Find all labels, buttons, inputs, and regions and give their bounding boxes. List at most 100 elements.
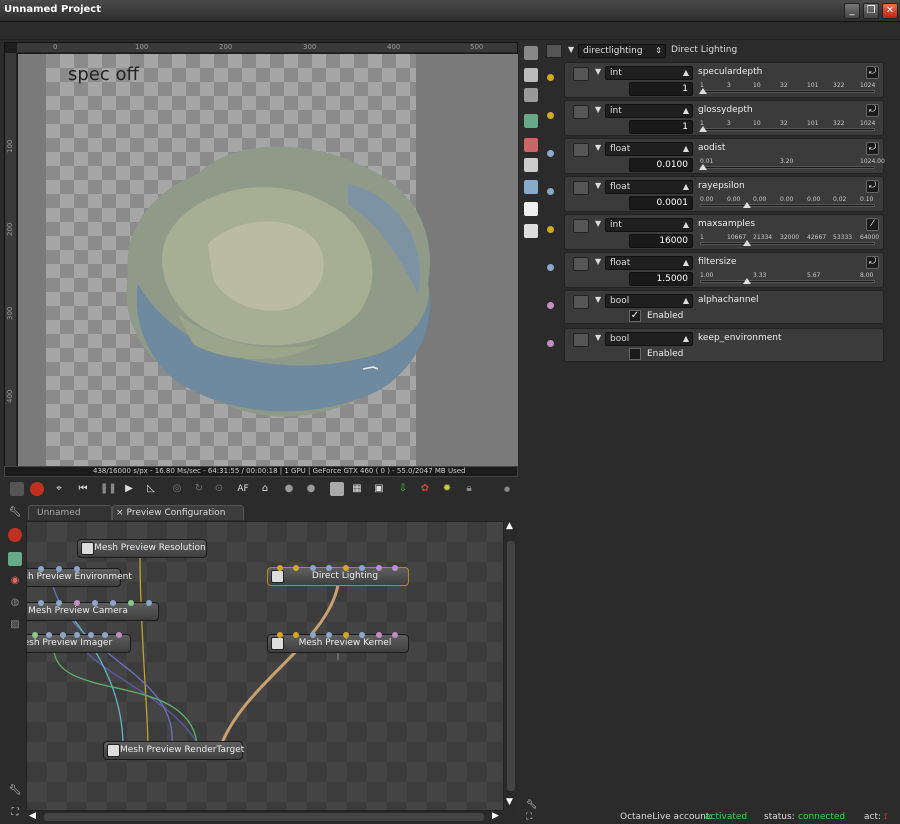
- render-canvas[interactable]: spec off: [18, 54, 518, 475]
- input-pin[interactable]: [326, 632, 332, 638]
- wrench-icon[interactable]: 🔧︎: [8, 506, 22, 520]
- node-mesh-preview-resolution[interactable]: Mesh Preview Resolution: [77, 539, 207, 558]
- collapse-arrow-icon[interactable]: ▼: [595, 333, 601, 342]
- input-pin[interactable]: [359, 632, 365, 638]
- scrollbar-thumb[interactable]: [507, 541, 515, 791]
- imager-icon[interactable]: [524, 114, 538, 128]
- graph-vertical-scrollbar[interactable]: ▲ ▼: [505, 521, 517, 813]
- picture-icon[interactable]: [524, 202, 538, 216]
- image-icon[interactable]: [8, 552, 22, 566]
- act-icon[interactable]: ⟟: [884, 810, 887, 824]
- param-type-select[interactable]: bool ▲: [605, 332, 693, 346]
- texture-icon[interactable]: ▨: [8, 618, 22, 632]
- scroll-up-icon[interactable]: ▲: [506, 521, 513, 531]
- tab-preview-configuration[interactable]: × Preview Configuration: [112, 505, 244, 520]
- param-type-select[interactable]: int ▲: [605, 218, 693, 232]
- collapse-arrow-icon[interactable]: ▼: [595, 219, 601, 228]
- slider-thumb[interactable]: [699, 164, 707, 170]
- scroll-right-icon[interactable]: ▶: [492, 811, 499, 821]
- input-pin[interactable]: [293, 565, 299, 571]
- grab-icon[interactable]: [10, 482, 24, 496]
- param-value-field[interactable]: 1.5000: [629, 272, 693, 286]
- node-direct-lighting[interactable]: Direct Lighting: [267, 565, 409, 586]
- close-button[interactable]: ✕: [882, 3, 898, 19]
- param-slider[interactable]: [699, 164, 875, 170]
- param-slider[interactable]: [700, 202, 875, 208]
- stop-icon[interactable]: [8, 528, 22, 542]
- reset-icon[interactable]: ⤾: [866, 256, 879, 269]
- region-icon[interactable]: ◺: [144, 482, 158, 496]
- node-mesh-preview-camera[interactable]: Mesh Preview Camera: [27, 600, 159, 621]
- render-viewport[interactable]: 0 100 200 300 400 500 100 200 300 400 sp…: [4, 42, 518, 476]
- environment-icon[interactable]: [524, 180, 538, 194]
- pause-icon[interactable]: ❚❚: [100, 482, 117, 496]
- pin-dot[interactable]: [547, 264, 554, 271]
- input-pin[interactable]: [376, 632, 382, 638]
- node-mesh-preview-kernel[interactable]: Mesh Preview Kernel: [267, 632, 409, 653]
- reset-icon[interactable]: ⤾: [866, 104, 879, 117]
- input-pin[interactable]: [110, 600, 116, 606]
- collapse-arrow-icon[interactable]: ▼: [595, 67, 601, 76]
- param-slider[interactable]: [699, 88, 875, 94]
- input-pin[interactable]: [343, 565, 349, 571]
- fit-view-icon[interactable]: ⛶: [8, 806, 22, 820]
- postprocess-icon[interactable]: [524, 138, 538, 152]
- channels-icon[interactable]: ▣: [372, 482, 386, 496]
- reset-icon[interactable]: ⤾: [866, 180, 879, 193]
- param-value-field[interactable]: 0.0100: [629, 158, 693, 172]
- param-slider[interactable]: [700, 278, 875, 284]
- sphere-icon[interactable]: ●: [282, 482, 296, 496]
- lock-icon[interactable]: ⊙: [212, 482, 226, 496]
- input-pin[interactable]: [116, 632, 122, 638]
- slider-thumb[interactable]: [743, 202, 751, 208]
- paint-icon[interactable]: ◍: [8, 596, 22, 610]
- input-pin[interactable]: [38, 600, 44, 606]
- param-type-select[interactable]: float ▲: [605, 142, 693, 156]
- grid-icon[interactable]: [330, 482, 344, 496]
- input-pin[interactable]: [359, 565, 365, 571]
- collapse-arrow-icon[interactable]: ▼: [595, 181, 601, 190]
- layers-icon[interactable]: [524, 88, 538, 102]
- collapse-arrow-icon[interactable]: ▼: [595, 257, 601, 266]
- fit-icon[interactable]: ⛶: [526, 810, 532, 824]
- export-icon[interactable]: ⇩: [396, 482, 410, 496]
- input-pin[interactable]: [92, 600, 98, 606]
- param-value-field[interactable]: 16000: [629, 234, 693, 248]
- input-pin[interactable]: [32, 632, 38, 638]
- node-mesh-preview-imager[interactable]: Mesh Preview Imager: [27, 632, 131, 653]
- param-value-field[interactable]: 0.0001: [629, 196, 693, 210]
- node-mesh-preview-environment[interactable]: Mesh Preview Environment: [27, 566, 132, 587]
- input-pin[interactable]: [293, 632, 299, 638]
- refresh-icon[interactable]: ↻: [192, 482, 206, 496]
- enabled-checkbox[interactable]: [629, 348, 641, 360]
- pin-dot[interactable]: [547, 112, 554, 119]
- slider-thumb[interactable]: [743, 278, 751, 284]
- param-slider[interactable]: [700, 240, 875, 246]
- node-graph-canvas[interactable]: Mesh Preview Resolution Mesh Preview Env…: [26, 521, 504, 811]
- param-type-select[interactable]: int ▲: [605, 66, 693, 80]
- param-slider[interactable]: [699, 126, 875, 132]
- pick-focus-icon[interactable]: ⌖: [52, 482, 66, 496]
- slider-thumb[interactable]: [699, 88, 707, 94]
- input-pin[interactable]: [46, 632, 52, 638]
- wrench-tool-icon[interactable]: 🔧︎: [8, 784, 22, 798]
- input-pin[interactable]: [102, 632, 108, 638]
- padlock-icon[interactable]: 🔒︎: [462, 482, 476, 496]
- param-type-select[interactable]: int ▲: [605, 104, 693, 118]
- pin-dot[interactable]: [547, 188, 554, 195]
- input-pin[interactable]: [146, 600, 152, 606]
- material-icon[interactable]: ✿: [418, 482, 432, 496]
- reset-icon[interactable]: ⤾: [866, 66, 879, 79]
- param-value-field[interactable]: 1: [629, 82, 693, 96]
- node-mesh-preview-rendertarget[interactable]: Mesh Preview RenderTarget: [103, 741, 244, 760]
- input-pin[interactable]: [310, 632, 316, 638]
- input-pin[interactable]: [326, 565, 332, 571]
- graph-horizontal-scrollbar[interactable]: ◀ ▶: [26, 811, 504, 823]
- checker-icon[interactable]: ▦: [350, 482, 364, 496]
- scroll-left-icon[interactable]: ◀: [29, 811, 36, 821]
- scrollbar-thumb[interactable]: [44, 813, 484, 821]
- input-pin[interactable]: [74, 600, 80, 606]
- input-pin[interactable]: [343, 632, 349, 638]
- input-pin[interactable]: [74, 632, 80, 638]
- restore-button[interactable]: ❐: [863, 3, 879, 19]
